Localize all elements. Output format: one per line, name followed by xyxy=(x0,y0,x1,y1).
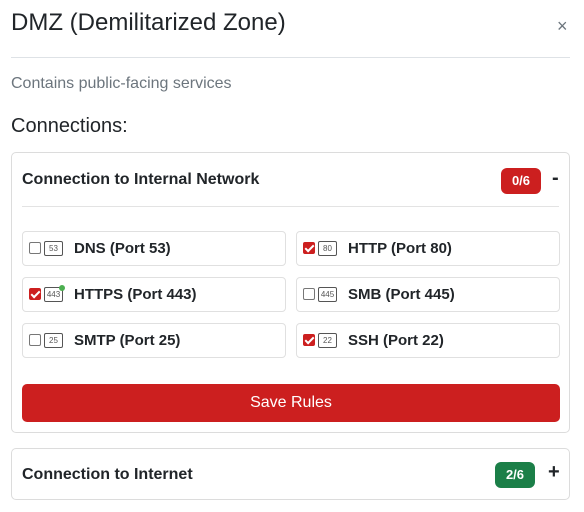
rule-checkbox[interactable] xyxy=(303,288,315,300)
port-icon: 25 xyxy=(44,333,63,348)
expand-toggle[interactable]: + xyxy=(548,461,560,484)
zone-description: Contains public-facing services xyxy=(11,75,232,92)
rule-label: DNS (Port 53) xyxy=(74,240,171,257)
rule-smtp[interactable]: 25 SMTP (Port 25) xyxy=(22,323,286,358)
connection-card-internet[interactable]: Connection to Internet 2/6 + xyxy=(11,448,570,500)
rule-dns[interactable]: 53 DNS (Port 53) xyxy=(22,231,286,266)
port-icon: 22 xyxy=(318,333,337,348)
close-icon[interactable]: × xyxy=(557,16,568,36)
rule-label: HTTP (Port 80) xyxy=(348,240,452,257)
dialog-title: DMZ (Demilitarized Zone) xyxy=(11,9,286,36)
collapse-toggle[interactable]: - xyxy=(552,167,559,190)
port-number: 443 xyxy=(46,290,61,299)
rule-label: SMB (Port 445) xyxy=(348,286,455,303)
divider xyxy=(11,57,570,58)
rule-checkbox[interactable] xyxy=(303,242,315,254)
connection-title: Connection to Internet xyxy=(22,466,193,483)
rule-label: SSH (Port 22) xyxy=(348,332,444,349)
rule-checkbox[interactable] xyxy=(303,334,315,346)
port-icon: 443 xyxy=(44,285,65,302)
status-dot-icon xyxy=(59,285,65,291)
rule-label: SMTP (Port 25) xyxy=(74,332,181,349)
rule-https[interactable]: 443 HTTPS (Port 443) xyxy=(22,277,286,312)
rule-smb[interactable]: 445 SMB (Port 445) xyxy=(296,277,560,312)
rule-count-badge: 0/6 xyxy=(501,168,541,194)
rule-http[interactable]: 80 HTTP (Port 80) xyxy=(296,231,560,266)
save-rules-button[interactable]: Save Rules xyxy=(22,384,560,422)
connections-heading: Connections: xyxy=(11,115,128,137)
rule-checkbox[interactable] xyxy=(29,288,41,300)
rule-count-badge: 2/6 xyxy=(495,462,535,488)
connection-title: Connection to Internal Network xyxy=(22,171,260,188)
rule-ssh[interactable]: 22 SSH (Port 22) xyxy=(296,323,560,358)
rule-checkbox[interactable] xyxy=(29,242,41,254)
connection-header-internal-network[interactable]: Connection to Internal Network 0/6 - xyxy=(12,153,569,206)
card-divider xyxy=(22,206,559,207)
rule-label: HTTPS (Port 443) xyxy=(74,286,197,303)
port-icon: 80 xyxy=(318,241,337,256)
connection-card-internal-network: Connection to Internal Network 0/6 - 53 … xyxy=(11,152,570,433)
rule-checkbox[interactable] xyxy=(29,334,41,346)
port-icon: 445 xyxy=(318,287,337,302)
port-icon: 53 xyxy=(44,241,63,256)
